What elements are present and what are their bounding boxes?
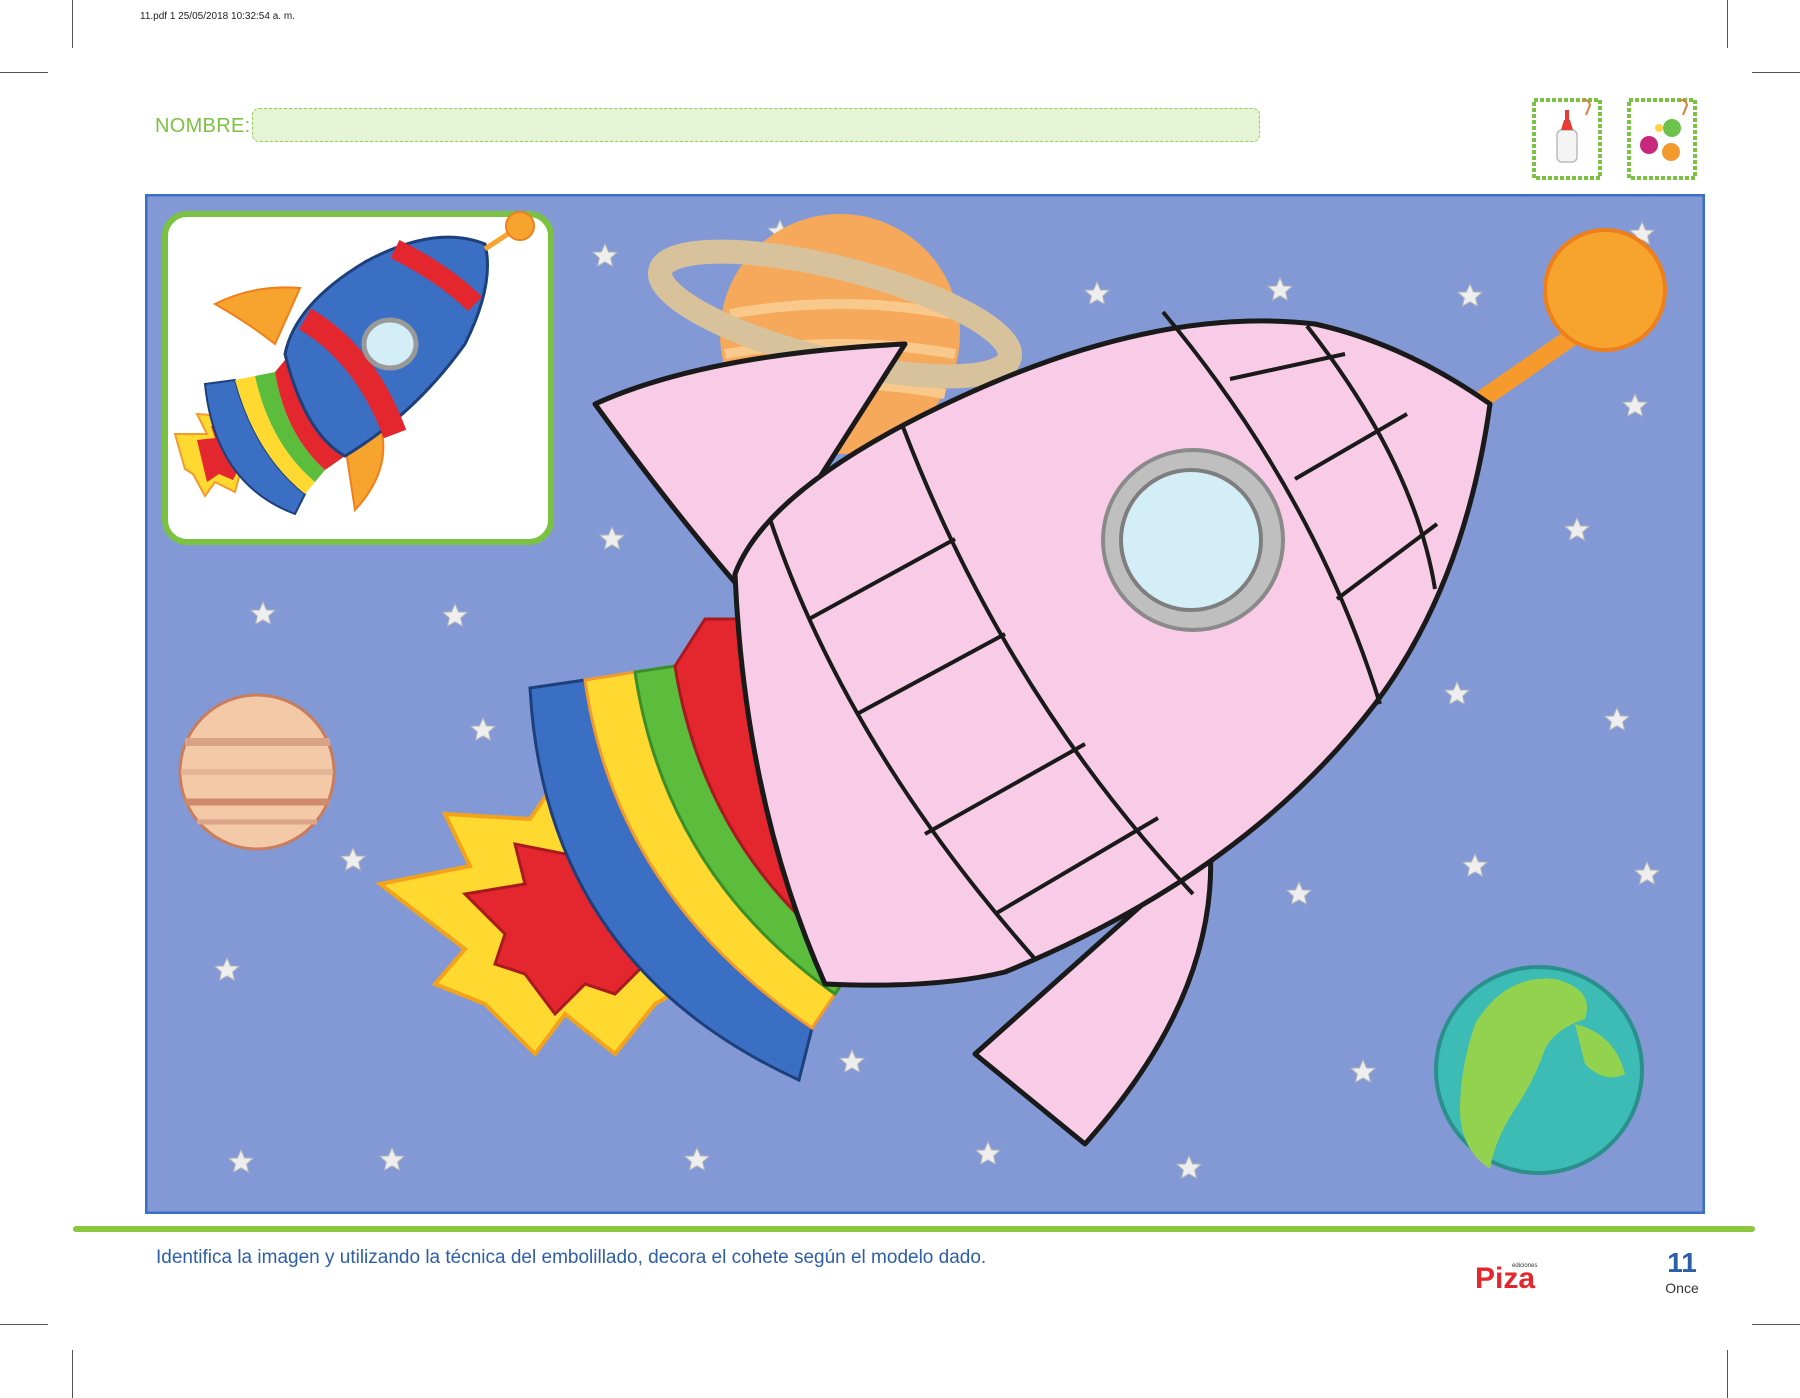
- crop-mark: [1752, 1324, 1800, 1325]
- rocket-model-image: [162, 211, 554, 545]
- crop-mark: [0, 1324, 48, 1325]
- crop-mark: [72, 1350, 73, 1398]
- crop-mark: [1752, 72, 1800, 73]
- pdf-header: 11.pdf 1 25/05/2018 10:32:54 a. m.: [140, 11, 295, 22]
- rocket-coloring-image: [142, 191, 1708, 1217]
- glue-bottle-icon: [1532, 98, 1602, 180]
- crop-mark: [1727, 0, 1728, 48]
- crop-mark: [72, 0, 73, 48]
- crop-mark: [1727, 1350, 1728, 1398]
- paper-balls-icon: [1627, 98, 1697, 180]
- earth-planet: [1434, 965, 1644, 1175]
- footer-divider: [73, 1226, 1755, 1232]
- piza-logo: Piza: [1475, 1258, 1555, 1295]
- name-field[interactable]: [252, 108, 1260, 142]
- instruction-text: Identifica la imagen y utilizando la téc…: [156, 1247, 987, 1268]
- svg-text:Piza: Piza: [1475, 1262, 1535, 1294]
- crop-mark: [0, 72, 48, 73]
- name-label: NOMBRE:: [155, 115, 251, 137]
- page-number-word: Once: [1665, 1280, 1699, 1296]
- page-number: 11: [1667, 1247, 1697, 1278]
- jupiter-planet: [178, 693, 336, 851]
